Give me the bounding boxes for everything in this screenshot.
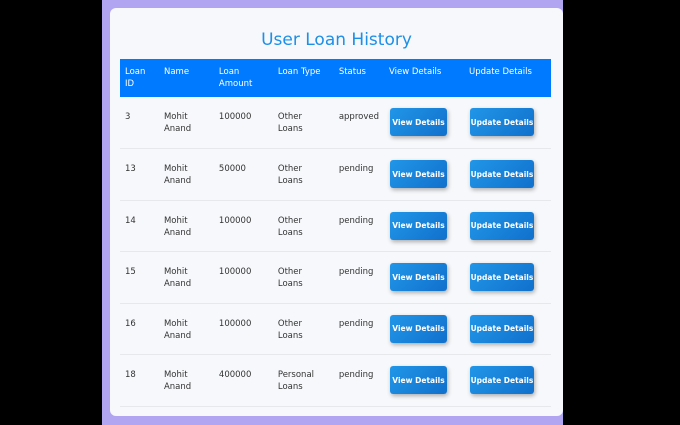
update-details-button[interactable]: Update Details xyxy=(469,211,534,240)
view-details-button[interactable]: View Details xyxy=(390,108,447,136)
action-cell: Update Details xyxy=(463,200,551,253)
view-details-button[interactable]: View Details xyxy=(390,263,447,292)
loan-table: Loan ID Name Loan Amount Loan Type Status Vie… xyxy=(120,59,551,408)
update-details-button[interactable]: Update Details xyxy=(469,263,534,292)
column-header: Status xyxy=(333,59,384,97)
table-row: 15 Mohit Anand 100000 Other Loans pending Vie… xyxy=(120,251,551,304)
cell-name: Mohit Anand xyxy=(158,354,214,408)
cell-amount: 400000 xyxy=(213,354,273,408)
column-header: Loan Type xyxy=(272,59,334,97)
update-details-button[interactable]: Update Details xyxy=(469,314,534,343)
cell-type: Other Loans xyxy=(272,251,334,304)
column-header: View Details xyxy=(384,59,464,97)
table-row: 18 Mohit Anand 400000 Personal Loans pending… xyxy=(120,354,551,408)
update-details-button[interactable]: Update Details xyxy=(469,160,534,189)
view-details-button[interactable]: View Details xyxy=(390,211,447,240)
action-cell: Update Details xyxy=(463,148,551,201)
update-details-button[interactable]: Update Details xyxy=(469,366,534,395)
action-cell: View Details xyxy=(384,148,464,201)
cell-amount: 100000 xyxy=(213,303,273,356)
update-details-button[interactable]: Update Details xyxy=(469,108,534,136)
column-header: Update Details xyxy=(463,59,551,97)
cell-amount: 100000 xyxy=(213,251,273,304)
cell-type: Other Loans xyxy=(272,303,334,356)
cell-name: Mohit Anand xyxy=(158,251,214,304)
cell-name: Mohit Anand xyxy=(158,148,214,201)
cell-status: pending xyxy=(333,200,384,253)
table-row: 14 Mohit Anand 100000 Other Loans pending Vie… xyxy=(120,200,551,253)
page-title: User Loan History xyxy=(261,30,412,50)
cell-id: 15 xyxy=(120,251,159,304)
view-details-button[interactable]: View Details xyxy=(390,314,447,343)
cell-name: Mohit Anand xyxy=(158,200,214,253)
action-cell: Update Details xyxy=(463,97,551,150)
action-cell: View Details xyxy=(384,354,464,408)
action-cell: View Details xyxy=(384,251,464,304)
cell-status: pending xyxy=(333,303,384,356)
table-row: 16 Mohit Anand 100000 Other Loans pending Vie… xyxy=(120,303,551,356)
column-header: Name xyxy=(158,59,214,97)
cell-id: 18 xyxy=(120,354,159,408)
cell-id: 13 xyxy=(120,148,159,201)
action-cell: Update Details xyxy=(463,251,551,304)
loan-history-card: User Loan History Loan ID Name Loan Amount… xyxy=(110,8,563,416)
cell-amount: 100000 xyxy=(213,200,273,253)
action-cell: View Details xyxy=(384,303,464,356)
cell-id: 16 xyxy=(120,303,159,356)
cell-type: Personal Loans xyxy=(272,354,334,408)
cell-status: pending xyxy=(333,354,384,408)
cell-type: Other Loans xyxy=(272,200,334,253)
action-cell: Update Details xyxy=(463,303,551,356)
cell-id: 14 xyxy=(120,200,159,253)
cell-amount: 100000 xyxy=(213,97,273,150)
cell-amount: 50000 xyxy=(213,148,273,201)
cell-id: 3 xyxy=(120,97,159,150)
cell-status: approved xyxy=(333,97,384,150)
cell-status: pending xyxy=(333,251,384,304)
action-cell: View Details xyxy=(384,97,464,150)
table-row: 3 Mohit Anand 100000 Other Loans approved Vie… xyxy=(120,97,551,150)
cell-name: Mohit Anand xyxy=(158,97,214,150)
view-details-button[interactable]: View Details xyxy=(390,160,447,189)
action-cell: View Details xyxy=(384,200,464,253)
action-cell: Update Details xyxy=(463,354,551,408)
cell-type: Other Loans xyxy=(272,97,334,150)
table-row: 13 Mohit Anand 50000 Other Loans pending View… xyxy=(120,148,551,201)
column-header: Loan ID xyxy=(120,59,159,97)
column-header: Loan Amount xyxy=(213,59,273,97)
view-details-button[interactable]: View Details xyxy=(390,366,447,395)
cell-status: pending xyxy=(333,148,384,201)
cell-name: Mohit Anand xyxy=(158,303,214,356)
cell-type: Other Loans xyxy=(272,148,334,201)
